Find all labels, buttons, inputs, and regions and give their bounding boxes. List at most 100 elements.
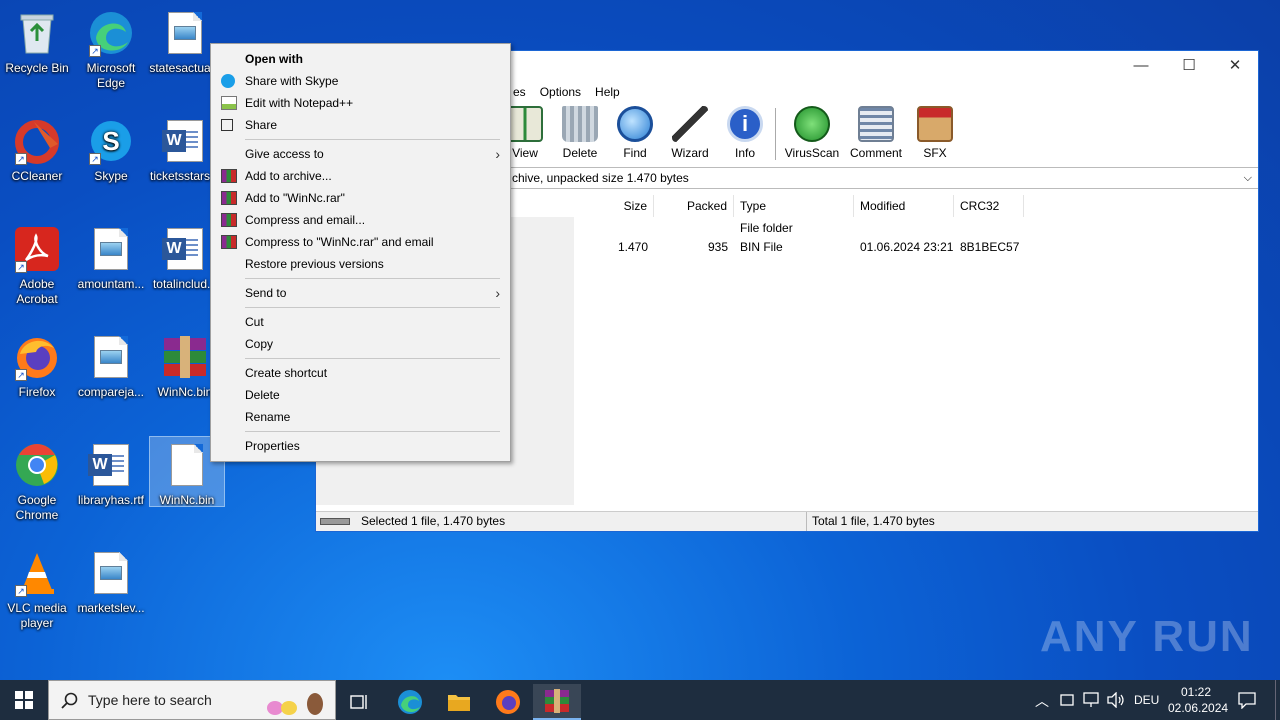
menu-label: Open with bbox=[245, 52, 303, 66]
chevron-right-icon: › bbox=[495, 285, 500, 301]
network-icon[interactable] bbox=[1083, 692, 1101, 711]
desktop-icon-label: Google Chrome bbox=[15, 493, 59, 522]
desktop-icon-skype[interactable]: S ↗ Skype bbox=[74, 113, 148, 184]
menu-restore-previous-versions[interactable]: Restore previous versions bbox=[211, 253, 510, 275]
sfx-label: SFX bbox=[923, 146, 947, 160]
desktop-icon-adobe-acrobat[interactable]: ↗ Adobe Acrobat bbox=[0, 221, 74, 307]
taskbar-firefox[interactable] bbox=[484, 684, 532, 720]
menu-cut[interactable]: Cut bbox=[211, 311, 510, 333]
info-button[interactable]: i Info bbox=[716, 106, 774, 160]
comment-label: Comment bbox=[849, 146, 902, 160]
desktop-icon-ccleaner[interactable]: ↗ CCleaner bbox=[0, 113, 74, 184]
menu-properties[interactable]: Properties bbox=[211, 435, 510, 457]
notifications-icon[interactable] bbox=[1238, 691, 1256, 712]
menu-compress-to-rar-and-email[interactable]: Compress to "WinNc.rar" and email bbox=[211, 231, 510, 253]
col-type[interactable]: Type bbox=[734, 195, 854, 217]
row-size: 1.470 bbox=[617, 240, 648, 254]
col-size[interactable]: Size bbox=[574, 195, 654, 217]
find-button[interactable]: Find bbox=[606, 106, 664, 160]
minimize-button[interactable]: — bbox=[1118, 55, 1164, 77]
virusscan-button[interactable]: VirusScan bbox=[783, 106, 841, 160]
menu-edit-with-notepad[interactable]: Edit with Notepad++ bbox=[211, 92, 510, 114]
close-button[interactable]: ✕ bbox=[1212, 55, 1258, 77]
desktop-icon-recycle-bin[interactable]: Recycle Bin bbox=[0, 5, 74, 76]
desktop-icon-vlc[interactable]: ↗ VLC media player bbox=[0, 545, 74, 631]
svg-text:S: S bbox=[102, 126, 119, 156]
start-button[interactable] bbox=[0, 680, 48, 720]
desktop-icon-label: amountam... bbox=[77, 277, 145, 291]
blank-file-icon bbox=[163, 441, 211, 489]
meet-now-icon[interactable] bbox=[1060, 692, 1074, 711]
menu-add-to-winnc-rar[interactable]: Add to "WinNc.rar" bbox=[211, 187, 510, 209]
sfx-button[interactable]: SFX bbox=[906, 106, 964, 160]
delete-button[interactable]: Delete bbox=[551, 106, 609, 160]
comment-button[interactable]: Comment bbox=[847, 106, 905, 160]
taskbar-edge[interactable] bbox=[386, 684, 434, 720]
taskbar-search-box[interactable]: Type here to search bbox=[48, 680, 336, 720]
desktop-icon-google-chrome[interactable]: Google Chrome bbox=[0, 437, 74, 523]
menu-rename[interactable]: Rename bbox=[211, 406, 510, 428]
find-label: Find bbox=[623, 146, 647, 160]
share-icon bbox=[221, 119, 233, 131]
language-indicator[interactable]: DEU bbox=[1134, 693, 1159, 707]
menu-label: Copy bbox=[245, 337, 274, 351]
winrar-icon bbox=[221, 213, 237, 227]
desktop-icon-libraryhas[interactable]: W libraryhas.rtf bbox=[74, 437, 148, 508]
col-crc32[interactable]: CRC32 bbox=[954, 195, 1024, 217]
folder-icon bbox=[448, 695, 470, 711]
recycle-bin-icon bbox=[13, 9, 61, 57]
menu-label: Properties bbox=[245, 439, 300, 453]
task-view-button[interactable] bbox=[336, 684, 384, 720]
magnifier-icon bbox=[617, 106, 653, 142]
desktop-icon-label: Microsoft Edge bbox=[86, 61, 136, 90]
clock-date: 02.06.2024 bbox=[1168, 701, 1229, 715]
book-icon bbox=[507, 106, 543, 142]
menu-compress-and-email[interactable]: Compress and email... bbox=[211, 209, 510, 231]
menu-help[interactable]: Help bbox=[588, 85, 627, 99]
clock[interactable]: 01:22 02.06.2024 bbox=[1168, 684, 1229, 716]
menu-open-with[interactable]: Open with bbox=[211, 48, 510, 70]
col-packed[interactable]: Packed bbox=[654, 195, 734, 217]
skype-icon bbox=[221, 74, 235, 88]
menu-send-to[interactable]: Send to › bbox=[211, 282, 510, 304]
menu-add-to-archive[interactable]: Add to archive... bbox=[211, 165, 510, 187]
show-hidden-icons-chevron-icon[interactable]: ︿ bbox=[1035, 691, 1049, 711]
menu-copy[interactable]: Copy bbox=[211, 333, 510, 355]
vlc-icon: ↗ bbox=[13, 549, 61, 597]
menu-options[interactable]: Options bbox=[533, 85, 588, 99]
menu-label: Send to bbox=[245, 286, 287, 300]
shortcut-arrow-icon: ↗ bbox=[15, 153, 27, 165]
word-document-icon: W bbox=[87, 441, 135, 489]
taskbar: Type here to search ︿ DEU 01:22 02.06.20… bbox=[0, 680, 1280, 720]
status-bar: Selected 1 file, 1.470 bytes Total 1 fil… bbox=[316, 511, 1258, 531]
desktop-icon-firefox[interactable]: ↗ Firefox bbox=[0, 329, 74, 400]
menu-delete[interactable]: Delete bbox=[211, 384, 510, 406]
desktop-icon-label: WinNc.bin bbox=[159, 493, 215, 507]
maximize-button[interactable]: ☐ bbox=[1166, 55, 1212, 77]
word-document-icon: W bbox=[161, 117, 209, 165]
menu-create-shortcut[interactable]: Create shortcut bbox=[211, 362, 510, 384]
winrar-archive-icon bbox=[161, 333, 209, 381]
desktop-icon-label: CCleaner bbox=[11, 169, 63, 183]
taskbar-file-explorer[interactable] bbox=[435, 684, 483, 720]
desktop-icon-compareja[interactable]: compareja... bbox=[74, 329, 148, 400]
info-icon: i bbox=[727, 106, 763, 142]
volume-icon[interactable] bbox=[1107, 691, 1125, 711]
col-modified[interactable]: Modified bbox=[854, 195, 954, 217]
menu-give-access-to[interactable]: Give access to › bbox=[211, 143, 510, 165]
desktop-icon-marketslev[interactable]: marketslev... bbox=[74, 545, 148, 616]
taskbar-winrar[interactable] bbox=[533, 684, 581, 720]
show-desktop-button[interactable] bbox=[1275, 680, 1276, 720]
winrar-icon bbox=[545, 689, 569, 713]
row-crc32: 8B1BEC57 bbox=[960, 240, 1020, 254]
menu-share-with-skype[interactable]: Share with Skype bbox=[211, 70, 510, 92]
menu-share[interactable]: Share bbox=[211, 114, 510, 136]
menu-label: Share bbox=[245, 118, 278, 132]
chevron-down-icon[interactable]: ⌵ bbox=[1244, 168, 1252, 188]
magic-wand-icon bbox=[672, 106, 708, 142]
wizard-button[interactable]: Wizard bbox=[661, 106, 719, 160]
menu-label: Compress to "WinNc.rar" and email bbox=[245, 235, 434, 249]
virusscan-label: VirusScan bbox=[784, 146, 840, 160]
desktop-icon-amountam[interactable]: amountam... bbox=[74, 221, 148, 292]
desktop-icon-edge[interactable]: ↗ Microsoft Edge bbox=[74, 5, 148, 91]
